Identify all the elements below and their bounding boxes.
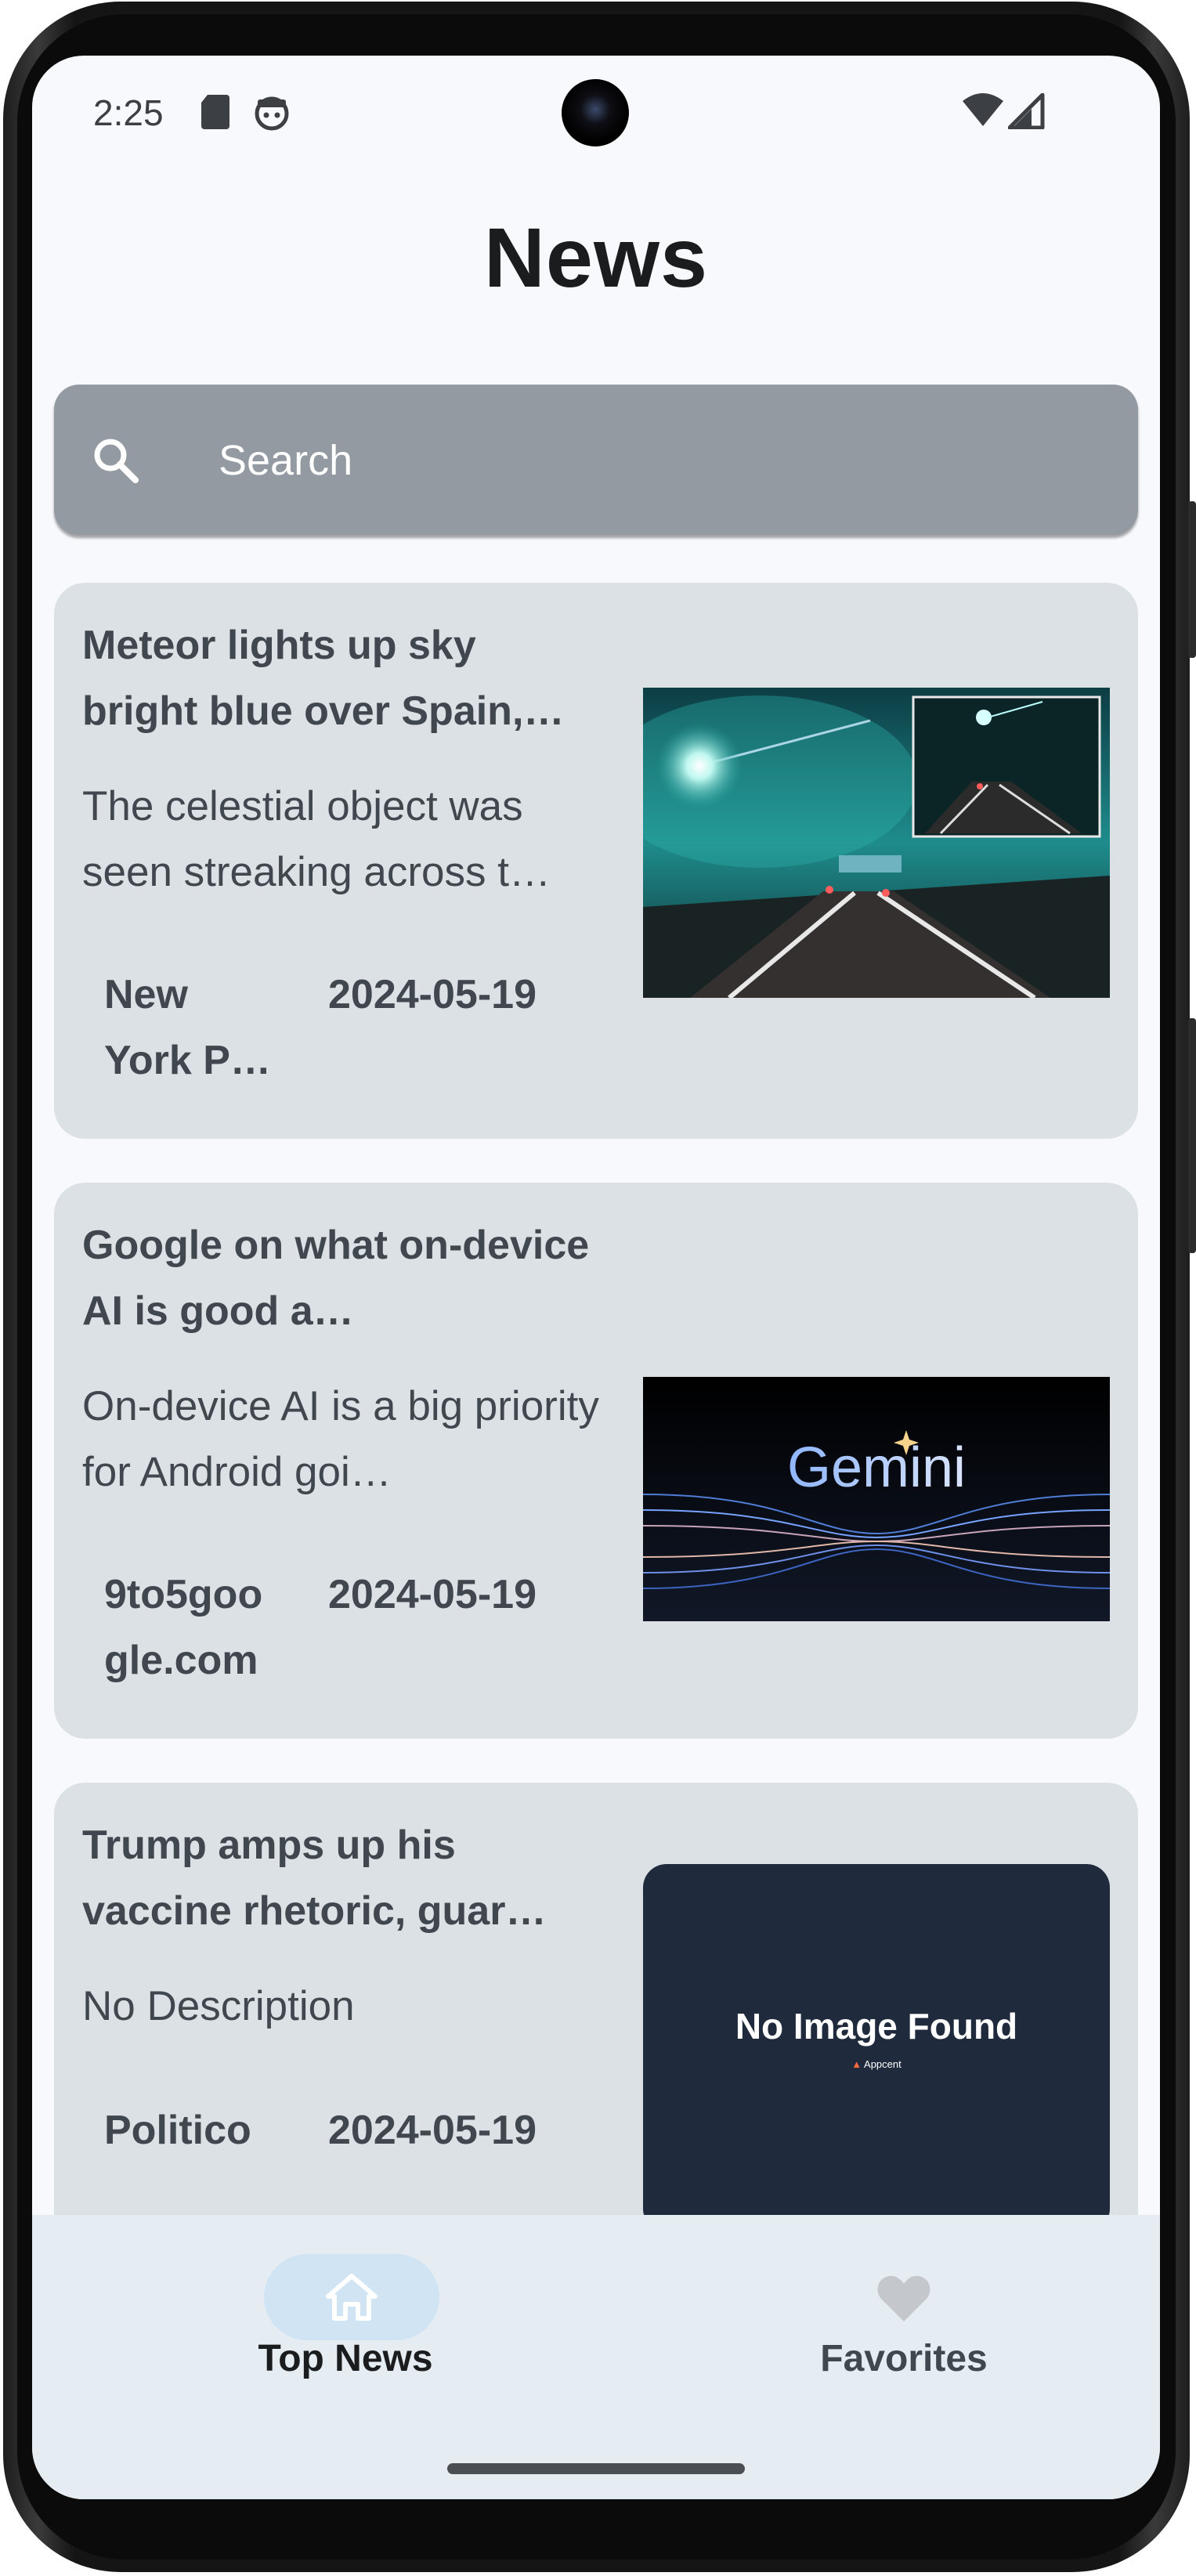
news-card[interactable]: Google on what on-device AI is good a… O… bbox=[54, 1183, 1138, 1739]
article-title: Meteor lights up sky bright blue over Sp… bbox=[82, 623, 565, 734]
article-source: New York P… bbox=[104, 972, 271, 1083]
heart-icon bbox=[877, 2275, 930, 2321]
home-icon bbox=[326, 2274, 378, 2321]
status-time: 2:25 bbox=[93, 92, 164, 133]
article-source: 9to5google.com bbox=[104, 1572, 263, 1683]
article-description: The celestial object was seen streaking … bbox=[82, 783, 551, 895]
appcent-brand-text: Appcent bbox=[864, 2058, 902, 2070]
article-title: Trump amps up his vaccine rhetoric, guar… bbox=[82, 1823, 547, 1934]
status-bar: 2:25 bbox=[32, 56, 1160, 173]
page-title: News bbox=[483, 210, 709, 305]
front-camera bbox=[562, 79, 629, 146]
search-icon bbox=[94, 439, 139, 483]
no-image-text: No Image Found bbox=[735, 2006, 1018, 2047]
cellular-signal-icon bbox=[1008, 93, 1045, 129]
no-image-placeholder: No Image Found ▲ Appcent bbox=[643, 1864, 1110, 2232]
nav-label-top-news: Top News bbox=[258, 2338, 433, 2379]
nav-item-favorites[interactable]: Favorites bbox=[747, 2254, 1061, 2411]
gemini-banner: Gemini bbox=[643, 1377, 1110, 1621]
wifi-icon bbox=[963, 93, 1003, 126]
article-description: On-device AI is a big priority for Andro… bbox=[82, 1383, 599, 1495]
gesture-home-indicator[interactable] bbox=[447, 2463, 745, 2474]
bottom-navigation: Top News Favorites bbox=[32, 2215, 1160, 2499]
appcent-logo-icon: ▲ bbox=[851, 2058, 862, 2070]
article-source: Politico bbox=[104, 2108, 251, 2153]
news-card[interactable]: Meteor lights up sky bright blue over Sp… bbox=[54, 583, 1138, 1139]
article-date: 2024-05-19 bbox=[328, 972, 537, 1017]
article-date: 2024-05-19 bbox=[328, 1572, 537, 1617]
nav-label-favorites: Favorites bbox=[820, 2338, 988, 2379]
device-frame: 2:25 News Search Meteor lights up sky br… bbox=[0, 0, 1196, 2576]
volume-button bbox=[1188, 1018, 1196, 1253]
power-button bbox=[1188, 501, 1196, 658]
search-bar[interactable]: Search bbox=[54, 385, 1138, 535]
gemini-logo-text: Gemini bbox=[787, 1436, 966, 1499]
article-date: 2024-05-19 bbox=[328, 2108, 537, 2153]
nav-item-top-news[interactable]: Top News bbox=[189, 2254, 502, 2411]
app-screen: 2:25 News Search Meteor lights up sky br… bbox=[32, 56, 1160, 2499]
article-description: No Description bbox=[82, 1983, 355, 2029]
sd-card-icon bbox=[201, 95, 229, 129]
search-input[interactable]: Search bbox=[219, 436, 352, 485]
meteor-highway-photo bbox=[643, 688, 1110, 998]
robot-face-icon bbox=[255, 96, 289, 131]
article-title: Google on what on-device AI is good a… bbox=[82, 1223, 590, 1334]
